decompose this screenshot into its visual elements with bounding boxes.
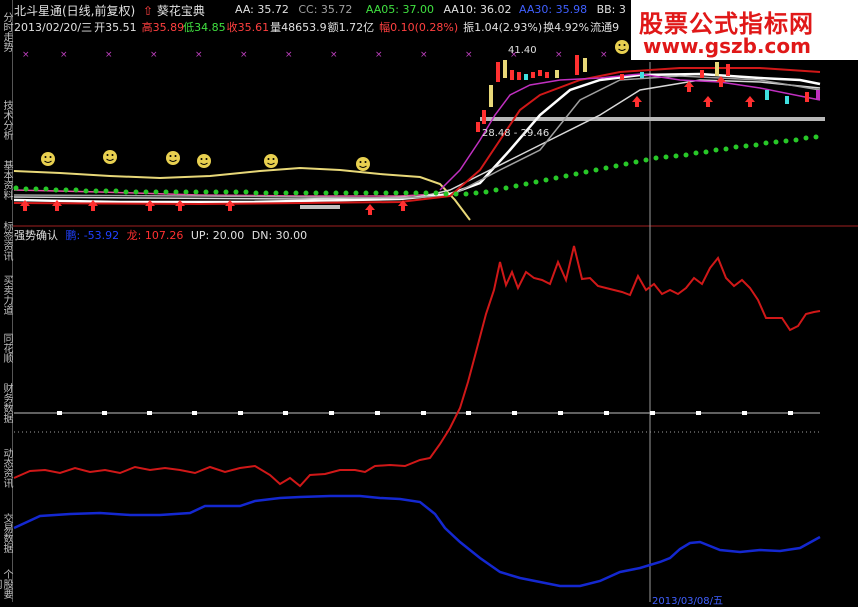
tiger-value: 鹏: -53.92	[65, 229, 120, 242]
svg-text:×: ×	[105, 50, 113, 60]
svg-text:×: ×	[465, 50, 473, 60]
range-marker: 28.48 - 29.46	[482, 128, 549, 139]
watermark-url: www.gszb.com	[643, 34, 811, 58]
svg-text:×: ×	[330, 50, 338, 60]
watermark-logo: 股票公式指标网 www.gszb.com	[631, 0, 858, 60]
svg-text:×: ×	[150, 50, 158, 60]
dn-value: DN: 30.00	[251, 229, 308, 242]
indicator-header: 强势确认 鹏: -53.92 龙: 107.26 UP: 20.00 DN: 3…	[14, 227, 307, 243]
dragon-line	[13, 245, 821, 488]
svg-text:×: ×	[22, 50, 30, 60]
up-value: UP: 20.00	[190, 229, 245, 242]
bottom-date-label: 2013/03/08/五	[652, 596, 724, 607]
high-marker: 41.40	[508, 45, 537, 56]
green-dots	[13, 134, 819, 197]
svg-text:×: ×	[375, 50, 383, 60]
chart-canvas[interactable]: × × × × × × × × × × × × × × 41.40 28.48 …	[0, 0, 858, 602]
svg-text:×: ×	[285, 50, 293, 60]
svg-text:×: ×	[240, 50, 248, 60]
indicator-title[interactable]: 强势确认	[14, 229, 58, 242]
svg-text:×: ×	[60, 50, 68, 60]
svg-text:×: ×	[195, 50, 203, 60]
candles	[300, 55, 820, 209]
tiger-line	[13, 494, 821, 588]
svg-text:×: ×	[600, 50, 608, 60]
svg-text:×: ×	[420, 50, 428, 60]
dragon-value: 龙: 107.26	[126, 229, 184, 242]
svg-text:×: ×	[555, 50, 563, 60]
